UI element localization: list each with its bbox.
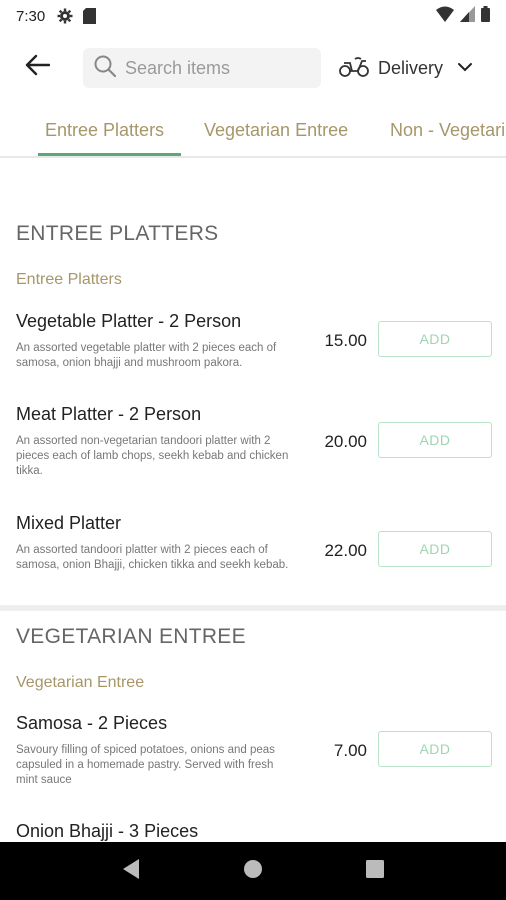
- status-bar: 7:30: [0, 0, 506, 32]
- item-name: Samosa - 2 Pieces: [16, 713, 168, 733]
- item-name: Vegetable Platter - 2 Person: [16, 311, 242, 331]
- item-price: 7.00: [333, 741, 367, 760]
- triangle-back-icon: [121, 858, 141, 885]
- add-button[interactable]: ADD: [378, 531, 492, 567]
- search-icon: [93, 54, 117, 83]
- section-divider: [0, 605, 506, 611]
- nav-recents-button[interactable]: [357, 853, 393, 889]
- delivery-label: Delivery: [378, 57, 444, 78]
- sd-card-icon: [83, 8, 97, 24]
- category-tabs: Entree Platters Vegetarian Entree Non - …: [0, 108, 506, 158]
- item-description: An assorted vegetable platter with 2 pie…: [16, 342, 277, 369]
- active-tab-indicator: [38, 153, 181, 156]
- item-name: Mixed Platter: [16, 513, 122, 533]
- item-name: Onion Bhajji - 3 Pieces: [16, 821, 199, 841]
- wifi-icon: [436, 6, 454, 26]
- add-button[interactable]: ADD: [378, 321, 492, 357]
- top-app-bar: Delivery: [0, 38, 506, 98]
- item-description: An assorted non-vegetarian tandoori plat…: [16, 435, 289, 477]
- signal-icon: [460, 6, 475, 26]
- back-button[interactable]: [20, 52, 54, 82]
- subsection-entree-platters: Entree Platters: [16, 271, 122, 288]
- nav-home-button[interactable]: [235, 853, 271, 889]
- item-name: Meat Platter - 2 Person: [16, 404, 202, 424]
- status-time: 7:30: [16, 7, 46, 25]
- back-arrow-icon: [24, 54, 51, 81]
- item-price: 15.00: [324, 331, 367, 350]
- section-title-entree-platters: ENTREE PLATTERS: [16, 222, 219, 245]
- search-input[interactable]: [125, 57, 305, 79]
- add-button[interactable]: ADD: [378, 422, 492, 458]
- settings-icon: [57, 8, 73, 24]
- system-navigation-bar: [0, 842, 506, 900]
- square-recents-icon: [366, 859, 384, 883]
- chevron-down-icon: [457, 59, 473, 77]
- battery-icon: [481, 6, 490, 26]
- item-price: 20.00: [324, 432, 367, 451]
- tab-entree-platters[interactable]: Entree Platters: [45, 120, 164, 141]
- add-button[interactable]: ADD: [378, 731, 492, 767]
- item-description: An assorted tandoori platter with 2 piec…: [16, 544, 289, 571]
- delivery-mode-selector[interactable]: Delivery: [338, 48, 473, 88]
- scooter-icon: [338, 55, 370, 82]
- nav-back-button[interactable]: [113, 853, 149, 889]
- tab-non-vegetarian-entree[interactable]: Non - Vegetarian Entree: [390, 120, 506, 141]
- search-bar[interactable]: [83, 48, 321, 88]
- section-title-vegetarian-entree: VEGETARIAN ENTREE: [16, 625, 246, 648]
- circle-home-icon: [243, 859, 263, 884]
- tab-vegetarian-entree[interactable]: Vegetarian Entree: [204, 120, 348, 141]
- item-description: Savoury filling of spiced potatoes, onio…: [16, 744, 275, 786]
- item-price: 22.00: [324, 541, 367, 560]
- subsection-vegetarian-entree: Vegetarian Entree: [16, 674, 145, 691]
